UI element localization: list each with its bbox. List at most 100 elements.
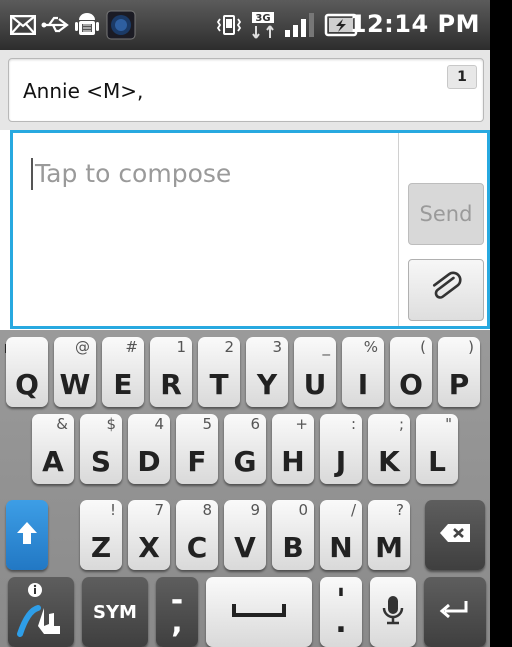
key-d[interactable]: 4D bbox=[128, 414, 170, 484]
space-bar-icon bbox=[231, 601, 287, 623]
key-h[interactable]: + H bbox=[272, 414, 314, 484]
status-clock: 12:14 PM bbox=[349, 10, 480, 38]
key-q[interactable]: Q bbox=[6, 337, 48, 407]
key-main-char: B bbox=[282, 531, 304, 564]
key-t[interactable]: 2T bbox=[198, 337, 240, 407]
key-k[interactable]: ; K bbox=[368, 414, 410, 484]
backspace-icon bbox=[438, 522, 472, 548]
key-alt-char: 0 bbox=[298, 501, 308, 519]
key-y[interactable]: 3Y bbox=[246, 337, 288, 407]
svg-text:3G: 3G bbox=[255, 13, 270, 24]
voice-input-key[interactable] bbox=[370, 577, 416, 647]
key-j[interactable]: :J bbox=[320, 414, 362, 484]
key-g[interactable]: 6G bbox=[224, 414, 266, 484]
delete-key[interactable] bbox=[425, 500, 485, 570]
key-main-char: L bbox=[428, 445, 446, 478]
key-m[interactable]: ? M bbox=[368, 500, 410, 570]
key-main-char: D bbox=[137, 445, 161, 478]
shift-key[interactable] bbox=[6, 500, 48, 570]
key-main-char: G bbox=[233, 445, 257, 478]
recipients-area: Annie <M>, 1 bbox=[0, 50, 490, 130]
key-main-char: K bbox=[378, 445, 400, 478]
3g-icon: 3G bbox=[248, 10, 278, 40]
key-main-char: E bbox=[113, 368, 133, 401]
key-alt-char: : bbox=[350, 415, 356, 433]
key-w[interactable]: @ W bbox=[54, 337, 96, 407]
key-n[interactable]: / N bbox=[320, 500, 362, 570]
recipient-count-badge: 1 bbox=[447, 65, 477, 89]
key-alt-char: 8 bbox=[202, 501, 212, 519]
key-alt-char: ! bbox=[109, 501, 116, 519]
key-alt-char: # bbox=[125, 338, 138, 356]
key-alt-char: 6 bbox=[250, 415, 260, 433]
recipient-text: Annie <M>, bbox=[23, 79, 144, 103]
key-main-char: O bbox=[399, 368, 423, 401]
signal-icon bbox=[282, 10, 318, 40]
key-o[interactable]: (O bbox=[390, 337, 432, 407]
key-alt-char: ) bbox=[468, 338, 474, 356]
key-alt-char: ( bbox=[420, 338, 426, 356]
sms-compose-screen: 3G 12:14 PM Annie <M>, 1 Tap to compose … bbox=[0, 0, 490, 647]
recipient-field[interactable]: Annie <M>, 1 bbox=[8, 58, 484, 122]
key-x[interactable]: 7X bbox=[128, 500, 170, 570]
enter-key[interactable] bbox=[424, 577, 486, 647]
key-alt-char: _ bbox=[322, 338, 331, 356]
screen-edge bbox=[490, 0, 512, 647]
key-main-char: V bbox=[234, 531, 256, 564]
key-alt-char: ? bbox=[396, 501, 404, 519]
key-main-char: C bbox=[186, 531, 208, 564]
space-key[interactable] bbox=[206, 577, 312, 647]
key-main-char: Y bbox=[256, 368, 278, 401]
send-button-label: Send bbox=[419, 202, 473, 226]
key-i[interactable]: % I bbox=[342, 337, 384, 407]
sym-key[interactable]: SYM bbox=[82, 577, 148, 647]
status-bar: 3G 12:14 PM bbox=[0, 0, 490, 50]
mail-icon bbox=[8, 10, 38, 40]
swype-options-key[interactable] bbox=[8, 577, 74, 647]
key-main-char: U bbox=[303, 368, 327, 401]
key-z[interactable]: ! Z bbox=[80, 500, 122, 570]
key-c[interactable]: 8C bbox=[176, 500, 218, 570]
key-p[interactable]: ) P bbox=[438, 337, 480, 407]
key-alt-char: 4 bbox=[154, 415, 164, 433]
key-alt-char: " bbox=[445, 415, 452, 433]
shift-arrow-icon bbox=[15, 520, 39, 550]
key-main-char: A bbox=[42, 445, 64, 478]
key-l[interactable]: " L bbox=[416, 414, 458, 484]
key-f[interactable]: 5F bbox=[176, 414, 218, 484]
enter-arrow-icon bbox=[438, 597, 472, 627]
key-main-char: R bbox=[160, 368, 182, 401]
key-u[interactable]: _ U bbox=[294, 337, 336, 407]
key-r[interactable]: 1R bbox=[150, 337, 192, 407]
key-alt-char: 1 bbox=[176, 338, 186, 356]
key-alt-char: ; bbox=[398, 415, 404, 433]
vibrate-icon bbox=[214, 10, 244, 40]
key-alt-char: $ bbox=[106, 415, 116, 433]
key-main-char: N bbox=[329, 531, 353, 564]
key-main-char: Z bbox=[90, 531, 112, 564]
quote-period-key[interactable]: ' . bbox=[320, 577, 362, 647]
key-alt-char: @ bbox=[75, 338, 90, 356]
key-alt-char: + bbox=[295, 415, 308, 433]
compose-field[interactable]: Tap to compose bbox=[31, 158, 231, 190]
key-a[interactable]: & A bbox=[32, 414, 74, 484]
key-main-char: I bbox=[357, 368, 369, 401]
key-e[interactable]: # E bbox=[102, 337, 144, 407]
dash-comma-label: - , bbox=[170, 583, 184, 640]
key-s[interactable]: $ S bbox=[80, 414, 122, 484]
microphone-icon bbox=[381, 594, 405, 630]
dash-comma-key[interactable]: - , bbox=[156, 577, 198, 647]
attach-button[interactable] bbox=[408, 259, 484, 321]
key-b[interactable]: 0B bbox=[272, 500, 314, 570]
android-debug-icon bbox=[72, 10, 102, 40]
key-v[interactable]: 9V bbox=[224, 500, 266, 570]
key-main-char: Q bbox=[15, 368, 39, 401]
key-main-char: J bbox=[335, 445, 347, 478]
paperclip-icon bbox=[428, 270, 464, 310]
send-button[interactable]: Send bbox=[408, 183, 484, 245]
key-main-char: W bbox=[59, 368, 91, 401]
key-main-char: S bbox=[90, 445, 112, 478]
key-main-char: X bbox=[138, 531, 160, 564]
key-main-char: P bbox=[448, 368, 470, 401]
key-alt-char: 2 bbox=[224, 338, 234, 356]
